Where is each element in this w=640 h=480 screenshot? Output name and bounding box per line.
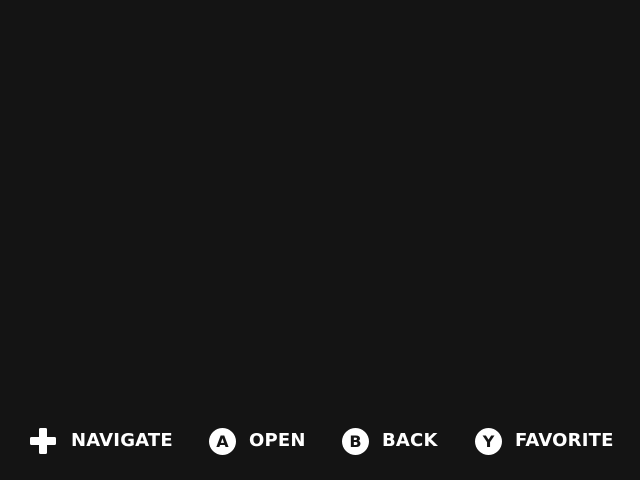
dpad-icon bbox=[29, 428, 56, 455]
hint-open-label: OPEN bbox=[249, 430, 306, 451]
hint-favorite[interactable]: Y FAVORITE bbox=[475, 424, 614, 458]
hint-back[interactable]: B BACK bbox=[342, 424, 438, 458]
b-button-icon: B bbox=[342, 427, 369, 455]
hint-back-label: BACK bbox=[382, 430, 438, 451]
a-button-letter: A bbox=[216, 432, 229, 451]
content-area bbox=[0, 0, 640, 408]
b-button-letter: B bbox=[349, 432, 361, 451]
hint-navigate-label: NAVIGATE bbox=[71, 430, 173, 451]
a-button-icon: A bbox=[209, 427, 236, 455]
y-button-icon: Y bbox=[475, 427, 502, 455]
button-hint-bar: NAVIGATE A OPEN B BACK Y FAVORITE bbox=[0, 424, 640, 458]
y-button-letter: Y bbox=[482, 432, 495, 451]
hint-open[interactable]: A OPEN bbox=[209, 424, 306, 458]
hint-navigate[interactable]: NAVIGATE bbox=[29, 424, 173, 458]
hint-favorite-label: FAVORITE bbox=[515, 430, 614, 451]
